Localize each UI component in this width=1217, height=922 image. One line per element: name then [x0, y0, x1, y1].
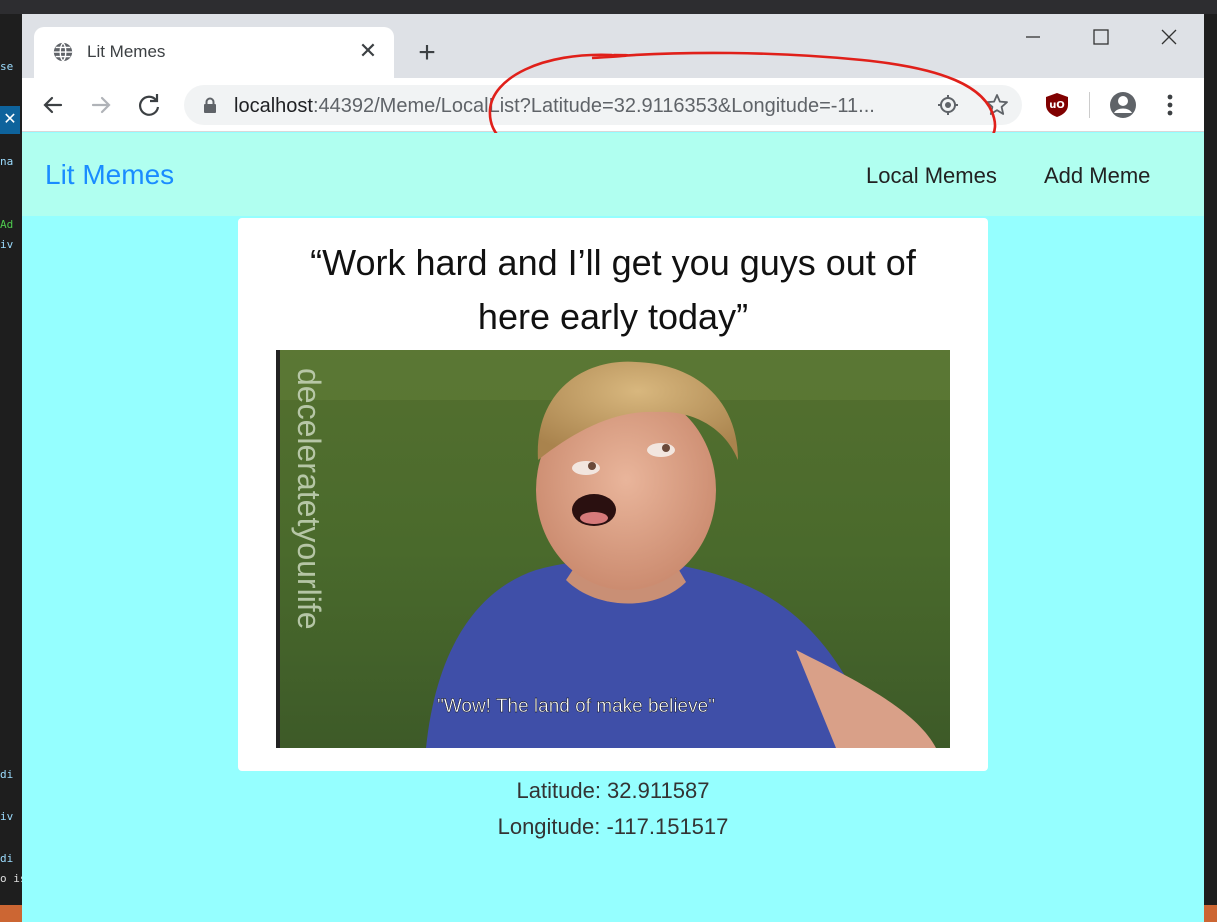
minimize-icon[interactable]: [1006, 22, 1060, 52]
nav-local-memes[interactable]: Local Memes: [866, 163, 997, 189]
meme-photo: deceleratetyourlife "Wow! The land of ma…: [276, 350, 950, 748]
reload-icon[interactable]: [132, 88, 166, 122]
tab-strip: Lit Memes ✕ +: [22, 14, 1204, 78]
brand-link[interactable]: Lit Memes: [45, 159, 174, 191]
menu-icon[interactable]: [1158, 90, 1182, 120]
browser-toolbar: localhost:44392/Meme/LocalList?Latitude=…: [22, 78, 1204, 132]
editor-strip: [0, 0, 1217, 14]
code-fragment: o is: [0, 872, 22, 885]
browser-window: Lit Memes ✕ + localhost:44392/Meme/Local…: [22, 14, 1204, 922]
nav-add-meme[interactable]: Add Meme: [1044, 163, 1150, 189]
code-fragment: di: [0, 768, 14, 781]
code-fragment: iv: [0, 810, 14, 823]
close-tab-icon[interactable]: ✕: [354, 37, 382, 65]
tab-lit-memes[interactable]: Lit Memes ✕: [34, 27, 394, 78]
forward-icon[interactable]: [84, 88, 118, 122]
url-path: :44392/Meme/LocalList?Latitude=32.911635…: [312, 95, 875, 117]
longitude-text: Longitude: -117.151517: [497, 814, 729, 839]
code-fragment: se: [0, 60, 14, 73]
editor-close-icon[interactable]: ✕: [0, 106, 20, 134]
svg-text:uO: uO: [1049, 100, 1065, 111]
editor-right-pane: [1204, 14, 1217, 922]
caption-line: “Work hard and I’ll get you guys out of: [310, 242, 916, 283]
url-text[interactable]: localhost:44392/Meme/LocalList?Latitude=…: [234, 95, 875, 118]
latitude-text: Latitude: 32.911587: [516, 778, 710, 803]
ublock-icon[interactable]: uO: [1043, 91, 1071, 119]
plus-icon[interactable]: +: [410, 36, 444, 70]
editor-left-pane: se na Ad iv di iv di o is: [0, 14, 22, 922]
globe-icon: [53, 42, 73, 62]
code-fragment: iv: [0, 238, 14, 251]
back-icon[interactable]: [36, 88, 70, 122]
lock-icon[interactable]: [202, 97, 218, 113]
meme-caption: “Work hard and I’ll get you guys out of …: [238, 236, 988, 344]
code-fragment: na: [0, 155, 14, 168]
status-bar: [1204, 905, 1217, 922]
meme-watermark: deceleratetyourlife: [291, 368, 327, 629]
site-navbar: Lit Memes Local Memes Add Meme: [22, 133, 1204, 216]
toolbar-divider: [1089, 92, 1090, 118]
status-bar: [0, 905, 22, 922]
code-fragment: di: [0, 852, 14, 865]
profile-icon[interactable]: [1108, 90, 1138, 120]
star-icon[interactable]: [984, 92, 1010, 118]
meme-card: “Work hard and I’ll get you guys out of …: [238, 218, 988, 771]
code-fragment: Ad: [0, 218, 14, 231]
tab-title: Lit Memes: [87, 42, 166, 61]
caption-line: here early today”: [477, 296, 749, 337]
window-close-icon[interactable]: [1142, 22, 1196, 52]
location-icon[interactable]: [936, 93, 960, 117]
meme-subtitle: "Wow! The land of make believe": [437, 696, 715, 717]
url-host: localhost: [234, 95, 313, 117]
address-bar[interactable]: localhost:44392/Meme/LocalList?Latitude=…: [184, 85, 1022, 125]
meme-image: deceleratetyourlife "Wow! The land of ma…: [276, 350, 950, 748]
maximize-icon[interactable]: [1074, 22, 1128, 52]
